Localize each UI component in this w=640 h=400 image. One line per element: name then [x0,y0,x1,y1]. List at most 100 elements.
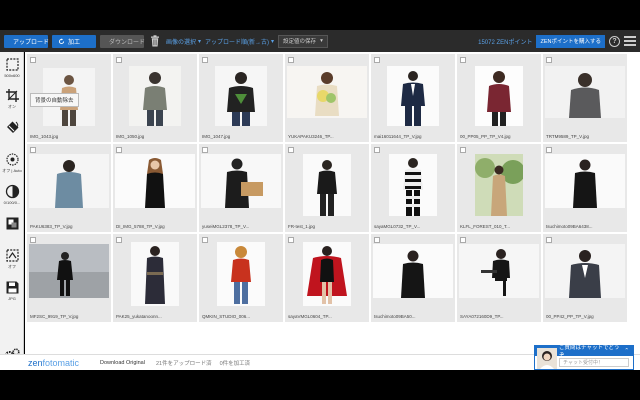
image-card[interactable]: KLFL_FOREST_010_T... [457,144,541,232]
expand-icon[interactable]: ⌃ [624,348,629,354]
image-thumbnail [115,154,195,208]
trash-button[interactable] [148,34,162,48]
select-checkbox[interactable] [546,237,552,243]
image-filename: TRTM9589_TP_V.jpg [546,134,590,139]
image-card[interactable]: 00_PP42_PP_TP_V.jpg [543,234,627,322]
image-thumbnail [303,242,351,306]
background-removal-icon [6,121,18,133]
select-checkbox[interactable] [288,147,294,153]
image-filename: PAK25_yukatanoonn... [116,314,162,319]
image-thumbnail [131,242,179,306]
chat-header-label: ご質問はチャットでどうぞ [559,345,620,359]
hamburger-menu-icon[interactable] [624,36,636,46]
upload-order-dropdown[interactable]: アップロード順(新→古) ▾ [205,37,274,46]
image-filename: 00_PP05_PP_TP_V4.jpg [460,134,511,139]
image-card[interactable]: TRTM9589_TP_V.jpg [543,54,627,142]
help-icon[interactable]: ? [609,35,620,47]
select-checkbox[interactable] [460,147,466,153]
select-checkbox[interactable] [546,147,552,153]
image-card[interactable]: sayaMGL0732_TP_V... [371,144,455,232]
select-checkbox[interactable] [30,147,36,153]
image-card[interactable]: SAYA072160D9_TP... [457,234,541,322]
image-card[interactable]: IMG_1050.jpg [113,54,197,142]
image-card[interactable]: FR-test_1.jpg [285,144,369,232]
save-settings-select[interactable]: 設定値の保存 ▾ [278,34,328,48]
crop-tool[interactable]: オン [0,88,24,110]
image-card[interactable]: tsuchimoto09BA6438... [543,144,627,232]
select-checkbox[interactable] [288,237,294,243]
image-thumbnail [545,154,625,208]
select-checkbox[interactable] [202,237,208,243]
image-thumbnail [129,66,181,126]
download-original-link[interactable]: Download Original [100,360,148,366]
exposure-tool[interactable]: オフ | Auto [0,152,24,174]
image-filename: MF2SC_9919_TP_V.jpg [30,314,79,319]
image-thumbnail [201,154,281,208]
select-checkbox[interactable] [30,237,36,243]
uploaded-count: 21件をアップロード済 [156,360,212,367]
image-card[interactable]: IMG_1047.jpg [199,54,283,142]
select-checkbox[interactable] [202,147,208,153]
zen-points-balance: 15072 ZENポイント [478,39,533,46]
image-card[interactable]: DI_IMG_5788_TP_V.jpg [113,144,197,232]
image-filename: 00_PP42_PP_TP_V.jpg [546,314,594,319]
upload-order-label: アップロード順(新→古) [205,39,270,46]
image-card[interactable]: PAKU6383_TP_V.jpg [27,144,111,232]
upload-button[interactable]: アップロード [4,34,49,48]
shadow-tool[interactable] [0,216,24,231]
image-card[interactable]: YUKAPAKU3246_TP... [285,54,369,142]
select-checkbox[interactable] [546,57,552,63]
image-filename: KLFL_FOREST_010_T... [460,224,511,229]
exposure-label: オフ | Auto [2,168,22,173]
crop-size-tool[interactable]: 500x600 [0,57,24,78]
image-filename: FR-test_1.jpg [288,224,316,229]
crop-size-label: 500x600 [4,73,20,78]
background-removal-tool[interactable] [0,120,24,135]
image-card[interactable]: QMKIN_STUDIO_006... [199,234,283,322]
image-filename: yuseiMGL2378_TP_V... [202,224,250,229]
select-checkbox[interactable] [374,147,380,153]
image-card[interactable]: sayaVMGL0604_TP... [285,234,369,322]
download-button[interactable]: ダウンロード [100,34,145,48]
select-checkbox[interactable] [116,147,122,153]
image-card[interactable]: 00_PP05_PP_TP_V4.jpg [457,54,541,142]
save-settings-label: 設定値の保存 [283,39,317,45]
image-card[interactable]: PAK25_yukatanoonn... [113,234,197,322]
image-thumbnail [287,66,367,118]
image-thumbnail [215,66,267,126]
contrast-tool[interactable]: 0/100/0... [0,184,24,205]
image-thumbnail [303,154,351,216]
select-checkbox[interactable] [202,57,208,63]
image-thumbnail [545,66,625,118]
select-checkbox[interactable] [30,57,36,63]
select-checkbox[interactable] [288,57,294,63]
image-card[interactable]: yuseiMGL2378_TP_V... [199,144,283,232]
refresh-icon [58,37,65,44]
select-checkbox[interactable] [116,57,122,63]
select-images-dropdown[interactable]: 画像の選択 ▾ [166,37,201,46]
image-card[interactable]: MF2SC_9919_TP_V.jpg [27,234,111,322]
select-checkbox[interactable] [460,57,466,63]
save-format-tool[interactable]: JPG [0,280,24,301]
select-checkbox[interactable] [460,237,466,243]
image-card[interactable]: tsuchimoto09BA50... [371,234,455,322]
image-grid: IMG_1043.jpg IMG_1050.jpg IMG_1047.jpg Y… [25,52,640,354]
image-filename: sayaVMGL0604_TP... [288,314,332,319]
process-button[interactable]: 加工 [52,34,96,48]
chat-input[interactable]: チャット受付中！ [559,358,629,367]
margin-tool[interactable]: オフ [0,248,24,270]
image-filename: sayaMGL0732_TP_V... [374,224,421,229]
select-checkbox[interactable] [374,57,380,63]
image-card[interactable]: mai16011644_TP_V.jpg [371,54,455,142]
select-checkbox[interactable] [374,237,380,243]
image-filename: DI_IMG_5788_TP_V.jpg [116,224,165,229]
chat-widget[interactable]: ご質問はチャットでどうぞ ⌃ チャット受付中！ [534,345,634,370]
crop-size-icon [5,58,19,71]
image-thumbnail [29,154,109,208]
save-format-label: JPG [8,296,16,301]
buy-points-button[interactable]: ZENポイントを購入する [536,34,605,48]
background-removal-tooltip: 背景の自動除去 [30,93,79,107]
tool-sidebar: 500x600 オン オフ | Auto 0/100/0... オフ JPG [0,52,24,370]
trash-icon [151,35,159,47]
select-checkbox[interactable] [116,237,122,243]
